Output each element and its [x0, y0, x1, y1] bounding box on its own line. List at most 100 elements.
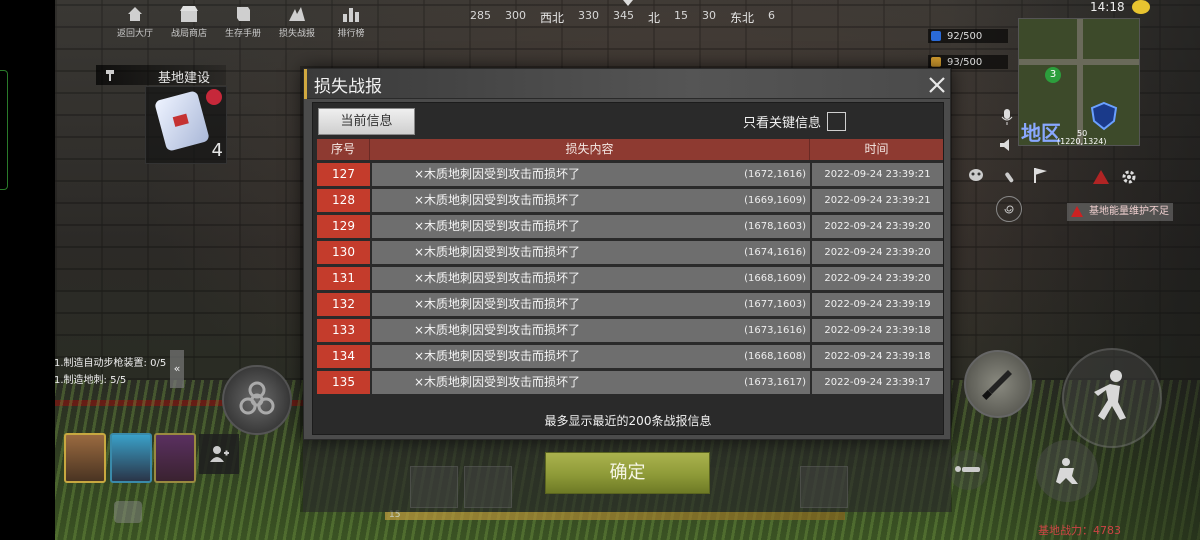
- column-header-content: 损失内容: [370, 139, 810, 160]
- spiral-icon[interactable]: [996, 196, 1022, 222]
- row-id: 131: [317, 267, 370, 290]
- table-row: 133 ×木质地刺因受到攻击而损坏了 (1673,1616) 2022-09-24…: [317, 319, 943, 342]
- base-build-header[interactable]: 基地建设: [96, 65, 226, 86]
- melee-attack-button[interactable]: [964, 350, 1032, 418]
- shield-icon: [1090, 101, 1118, 131]
- compass-tick: 东北: [730, 11, 755, 25]
- row-content: ×木质地刺因受到攻击而损坏了 (1674,1616): [372, 241, 810, 264]
- close-icon: [929, 77, 945, 93]
- base-build-label: 基地建设: [158, 71, 211, 86]
- compass-tick: 330: [578, 9, 600, 22]
- row-time: 2022-09-24 23:39:20: [812, 241, 943, 264]
- row-time: 2022-09-24 23:39:19: [812, 293, 943, 316]
- row-message: ×木质地刺因受到攻击而损坏了: [414, 245, 581, 259]
- resource-value: 93/500: [947, 56, 983, 68]
- row-position: (1668,1609): [744, 273, 806, 284]
- book-icon: [232, 4, 254, 24]
- resource-value: 92/500: [947, 30, 983, 42]
- prone-icon: [955, 466, 980, 472]
- row-content: ×木质地刺因受到攻击而损坏了 (1672,1616): [372, 163, 810, 186]
- table-row: 129 ×木质地刺因受到攻击而损坏了 (1678,1603) 2022-09-24…: [317, 215, 943, 238]
- item-slot[interactable]: 4: [145, 86, 227, 164]
- row-time: 2022-09-24 23:39:20: [812, 215, 943, 238]
- row-position: (1668,1608): [744, 351, 806, 362]
- nav-lobby-button[interactable]: 返回大厅: [108, 4, 162, 39]
- crouch-button[interactable]: [1036, 440, 1098, 502]
- screen-left-edge: [0, 0, 55, 540]
- nav-manual-button[interactable]: 生存手册: [216, 4, 270, 39]
- nav-loss-report-button[interactable]: 损失战报: [270, 4, 324, 39]
- row-time: 2022-09-24 23:39:20: [812, 267, 943, 290]
- microphone-icon[interactable]: [996, 106, 1018, 128]
- table-row: 130 ×木质地刺因受到攻击而损坏了 (1674,1616) 2022-09-24…: [317, 241, 943, 264]
- prone-button[interactable]: [948, 450, 988, 490]
- key-info-checkbox[interactable]: [827, 112, 847, 131]
- key-info-filter[interactable]: 只看关键信息: [743, 112, 847, 131]
- row-message: ×木质地刺因受到攻击而损坏了: [414, 193, 581, 207]
- compass-tick: 15: [674, 9, 689, 22]
- map-region-label: 地区: [1021, 121, 1061, 145]
- row-id: 134: [317, 345, 370, 368]
- dialog-title-bar: 损失战报: [304, 69, 950, 99]
- row-message: ×木质地刺因受到攻击而损坏了: [414, 219, 581, 233]
- hotbar-slot[interactable]: [410, 466, 458, 508]
- sprint-button[interactable]: [1062, 348, 1162, 448]
- energy-warning: 基地能量维护不足: [1067, 203, 1173, 221]
- row-content: ×木质地刺因受到攻击而损坏了 (1668,1609): [372, 267, 810, 290]
- tab-current-info[interactable]: 当前信息: [318, 108, 415, 135]
- report-table-body[interactable]: 127 ×木质地刺因受到攻击而损坏了 (1672,1616) 2022-09-24…: [317, 163, 943, 397]
- loss-report-dialog: 损失战报 当前信息 只看关键信息 序号 损失内容 时间 127 ×木质地刺因受到…: [303, 68, 951, 440]
- add-friend-button[interactable]: [199, 434, 239, 474]
- teammate-avatar[interactable]: [64, 433, 106, 483]
- compass-tick: 北: [648, 11, 661, 25]
- nav-ranking-button[interactable]: 排行榜: [324, 4, 378, 39]
- confirm-button[interactable]: 确定: [545, 452, 710, 494]
- mask-icon[interactable]: [965, 164, 987, 186]
- flag-icon[interactable]: [1030, 164, 1052, 186]
- speaker-icon[interactable]: [996, 134, 1018, 156]
- teammate-avatar[interactable]: [110, 433, 152, 483]
- bullet-icon[interactable]: [998, 166, 1020, 188]
- energy-warning-text: 基地能量维护不足: [1089, 206, 1169, 217]
- table-header: 序号 损失内容 时间: [317, 139, 943, 160]
- top-nav: 返回大厅 战局商店 生存手册 损失战报 排行榜: [108, 4, 378, 39]
- row-message: ×木质地刺因受到攻击而损坏了: [414, 167, 581, 181]
- compass-tick: 300: [505, 9, 526, 22]
- compass-tick: 6: [768, 9, 776, 22]
- level-progress: 15: [385, 510, 845, 520]
- collapse-tasks-button[interactable]: «: [170, 350, 184, 388]
- column-header-time: 时间: [864, 142, 889, 156]
- task-line: 1.制造地刺: 5/5: [54, 375, 127, 386]
- table-row: 135 ×木质地刺因受到攻击而损坏了 (1673,1617) 2022-09-24…: [317, 371, 943, 394]
- row-id: 128: [317, 189, 370, 212]
- table-row: 132 ×木质地刺因受到攻击而损坏了 (1677,1603) 2022-09-24…: [317, 293, 943, 316]
- map-road: [1077, 19, 1083, 145]
- report-limit-note: 最多显示最近的200条战报信息: [544, 414, 712, 428]
- warning-icon: [1071, 206, 1083, 217]
- biohazard-button[interactable]: [222, 365, 292, 435]
- side-drawer-handle[interactable]: [0, 70, 8, 190]
- nav-manual-label: 生存手册: [224, 29, 261, 39]
- compass-tick: 285: [470, 9, 491, 22]
- nav-lobby-label: 返回大厅: [116, 29, 153, 39]
- resource-bar-water: 92/500: [928, 29, 1008, 43]
- hotbar-slot[interactable]: [800, 466, 848, 508]
- row-message: ×木质地刺因受到攻击而损坏了: [414, 375, 581, 389]
- teammate-avatar[interactable]: [154, 433, 196, 483]
- backpack-icon[interactable]: [110, 495, 150, 530]
- row-position: (1677,1603): [744, 299, 806, 310]
- gear-icon[interactable]: [1118, 166, 1140, 188]
- close-button[interactable]: [926, 74, 948, 96]
- key-info-label: 只看关键信息: [743, 116, 822, 131]
- nav-shop-button[interactable]: 战局商店: [162, 4, 216, 39]
- row-time: 2022-09-24 23:39:18: [812, 319, 943, 342]
- add-person-icon: [210, 446, 229, 462]
- water-icon: [931, 31, 941, 41]
- minimap[interactable]: 3 地区 50 (1220,1324): [1018, 18, 1140, 146]
- crouch-icon: [1056, 458, 1078, 484]
- table-row: 128 ×木质地刺因受到攻击而损坏了 (1669,1609) 2022-09-24…: [317, 189, 943, 212]
- alert-icon[interactable]: [1090, 166, 1112, 188]
- ranking-icon: [340, 4, 362, 24]
- dialog-body: 当前信息 只看关键信息 序号 损失内容 时间 127 ×木质地刺因受到攻击而损坏…: [312, 102, 944, 435]
- hotbar-slot[interactable]: [464, 466, 512, 508]
